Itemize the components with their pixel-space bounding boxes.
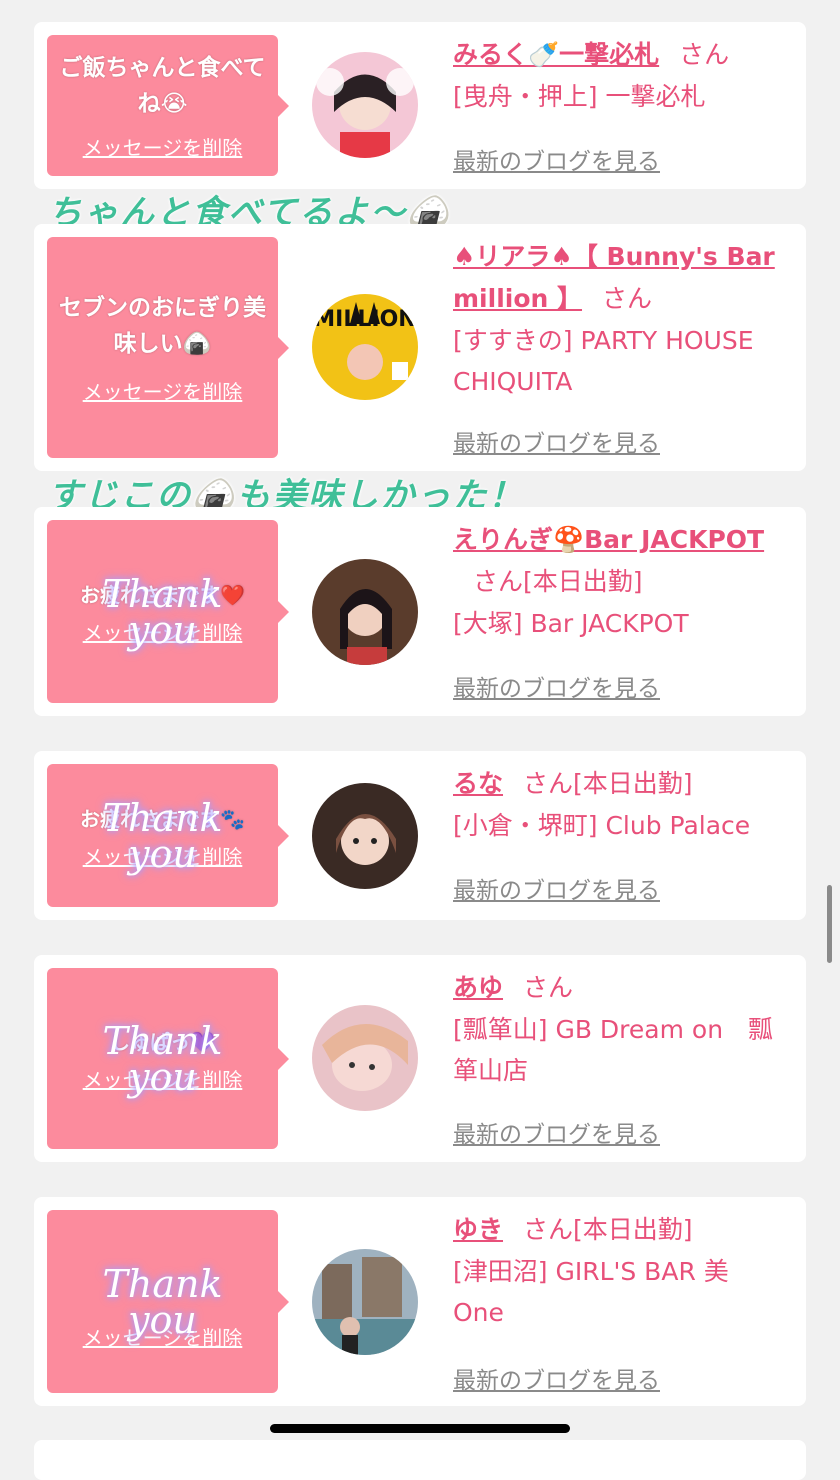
message-card: お疲れさまです❤️ メッセージを削除 Thank you えりんぎ🍄Bar JAC… <box>34 507 806 716</box>
cast-name-link[interactable]: みるく🍼一撃必札 <box>453 40 659 69</box>
message-text: しゅぱっ💜 <box>110 1030 215 1054</box>
latest-blog-link[interactable]: 最新のブログを見る <box>453 669 660 703</box>
message-card: ご飯ちゃんと食べてね😭 メッセージを削除 みるく🍼一撃必札 さん [曳舟・押上] … <box>34 22 806 189</box>
avatar[interactable] <box>312 1249 418 1355</box>
honorific: さん <box>523 973 574 1002</box>
cast-name-link[interactable]: ゆき <box>453 1215 503 1244</box>
delete-message-link[interactable]: メッセージを削除 <box>83 1064 243 1093</box>
latest-blog-link[interactable]: 最新のブログを見る <box>453 871 660 905</box>
message-bubble: メッセージを削除 Thank you <box>47 1210 289 1393</box>
message-card: セブンのおにぎり美味しい🍙 メッセージを削除 MILLION ♠リアラ♠【 Bu… <box>34 224 806 471</box>
honorific: さん <box>679 40 730 69</box>
latest-blog-link[interactable]: 最新のブログを見る <box>453 1361 660 1395</box>
latest-blog-link[interactable]: 最新のブログを見る <box>453 142 660 176</box>
work-status: [本日出勤] <box>523 567 643 596</box>
avatar[interactable] <box>312 783 418 889</box>
cast-name-link[interactable]: えりんぎ🍄Bar JACKPOT <box>453 525 764 554</box>
delete-message-link[interactable]: メッセージを削除 <box>83 841 243 870</box>
message-card: しゅぱっ💜 メッセージを削除 Thank you あゆ さん [瓢箪山] GB Dr… <box>34 955 806 1162</box>
shop-info: One <box>453 1298 504 1327</box>
cast-info: ♠リアラ♠【 Bunny's Bar million 】さん [すすきの] PA… <box>453 236 790 402</box>
shop-info: [津田沼] GIRL'S BAR 美 <box>453 1257 729 1286</box>
cast-info: ゆき さん[本日出勤] [津田沼] GIRL'S BAR 美 One <box>453 1209 790 1333</box>
delete-message-link[interactable]: メッセージを削除 <box>83 617 243 646</box>
cast-name-link[interactable]: あゆ <box>453 973 503 1002</box>
message-text: セブンのおにぎり美味しい🍙 <box>59 295 266 357</box>
cast-name-link[interactable]: るな <box>453 769 503 798</box>
work-status: [本日出勤] <box>573 769 693 798</box>
avatar[interactable] <box>312 1005 418 1111</box>
message-text: お疲れさまです❤️ <box>80 583 245 607</box>
message-text: お疲れさまです🐾 <box>80 807 245 831</box>
message-card-partial <box>34 1440 806 1480</box>
message-card: お疲れさまです🐾 メッセージを削除 Thank you るな さん[本日出勤] [小… <box>34 751 806 920</box>
shop-info: [大塚] Bar JACKPOT <box>453 609 689 638</box>
avatar[interactable] <box>312 559 418 665</box>
cast-info: えりんぎ🍄Bar JACKPOT さん[本日出勤] [大塚] Bar JACKPO… <box>453 519 790 644</box>
delete-message-link[interactable]: メッセージを削除 <box>83 132 243 161</box>
message-bubble: しゅぱっ💜 メッセージを削除 Thank you <box>47 968 289 1149</box>
delete-message-link[interactable]: メッセージを削除 <box>83 376 243 405</box>
shop-info: 箪山店 <box>453 1056 529 1085</box>
cast-info: みるく🍼一撃必札 さん [曳舟・押上] 一撃必札 <box>453 34 790 117</box>
cast-info: あゆ さん [瓢箪山] GB Dream on 瓢 箪山店 <box>453 967 790 1091</box>
honorific: さん <box>523 1215 574 1244</box>
avatar[interactable]: MILLION <box>312 294 418 400</box>
honorific: さん <box>602 284 653 313</box>
message-bubble: お疲れさまです❤️ メッセージを削除 Thank you <box>47 520 289 703</box>
work-status: [本日出勤] <box>573 1215 693 1244</box>
latest-blog-link[interactable]: 最新のブログを見る <box>453 1115 660 1149</box>
message-bubble: ご飯ちゃんと食べてね😭 メッセージを削除 <box>47 35 289 176</box>
shop-info: CHIQUITA <box>453 367 573 396</box>
delete-message-link[interactable]: メッセージを削除 <box>83 1322 243 1351</box>
message-text: ご飯ちゃんと食べてね😭 <box>59 55 266 117</box>
avatar[interactable] <box>312 52 418 158</box>
thank-you-sticker: Thank you <box>102 1261 223 1342</box>
svg-text:MILLION: MILLION <box>313 307 416 332</box>
shop-info: [すすきの] PARTY HOUSE <box>453 326 754 355</box>
home-indicator[interactable] <box>270 1424 570 1433</box>
shop-info: [小倉・堺町] Club Palace <box>453 811 751 840</box>
latest-blog-link[interactable]: 最新のブログを見る <box>453 424 660 458</box>
message-bubble: お疲れさまです🐾 メッセージを削除 Thank you <box>47 764 289 907</box>
shop-info: [瓢箪山] GB Dream on 瓢 <box>453 1015 774 1044</box>
message-bubble: セブンのおにぎり美味しい🍙 メッセージを削除 <box>47 237 289 458</box>
cast-info: るな さん[本日出勤] [小倉・堺町] Club Palace <box>453 763 790 846</box>
shop-info: [曳舟・押上] 一撃必札 <box>453 82 706 111</box>
scrollbar[interactable] <box>827 885 832 963</box>
message-card: メッセージを削除 Thank you ゆき さん[本日出勤] [津田沼] GIRL'… <box>34 1197 806 1406</box>
honorific: さん <box>473 567 524 596</box>
honorific: さん <box>523 769 574 798</box>
